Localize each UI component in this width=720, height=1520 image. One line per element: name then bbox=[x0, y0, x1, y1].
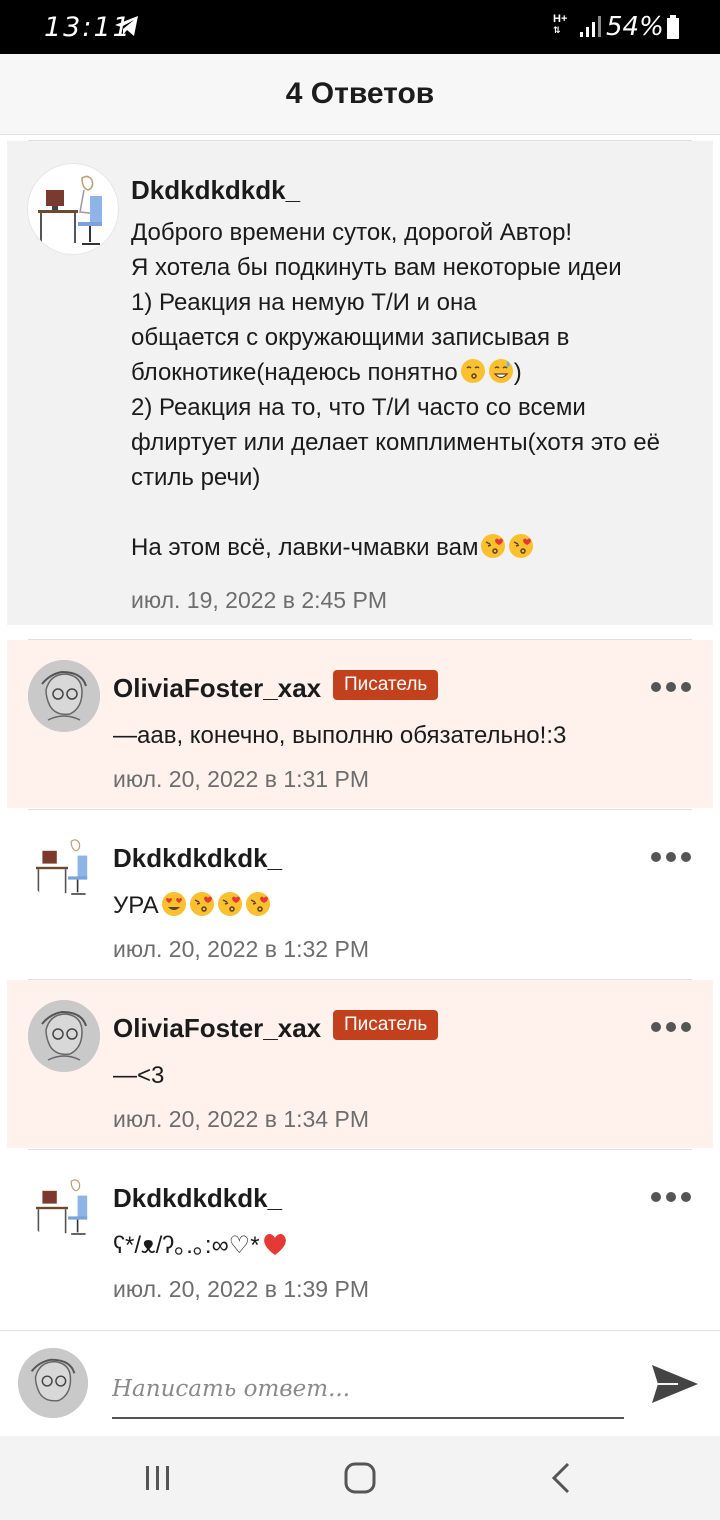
home-icon[interactable] bbox=[340, 1458, 380, 1498]
kiss-heart-icon bbox=[217, 892, 242, 916]
more-icon[interactable] bbox=[651, 846, 691, 866]
send-icon[interactable] bbox=[648, 1357, 702, 1411]
reply-date: июл. 20, 2022 в 1:32 PM bbox=[113, 936, 369, 962]
parent-comment: Dkdkdkdkdk_ Доброго времени суток, дорог… bbox=[7, 141, 713, 625]
signal-icon bbox=[580, 16, 601, 37]
avatar[interactable] bbox=[28, 830, 100, 902]
page-title: 4 Ответов bbox=[285, 77, 435, 110]
reply-username[interactable]: OliviaFoster_xax bbox=[113, 673, 321, 704]
reply-date: июл. 20, 2022 в 1:39 PM bbox=[113, 1276, 369, 1302]
reply-text: УРА bbox=[113, 888, 271, 923]
current-user-avatar bbox=[18, 1348, 88, 1418]
replies-header: 4 Ответов bbox=[0, 54, 720, 135]
grinning-sweat-icon bbox=[488, 359, 513, 383]
recent-apps-icon[interactable] bbox=[138, 1458, 178, 1498]
reply-text: ʕ*/ᴥ/ʔ｡.｡:∞♡* bbox=[113, 1228, 288, 1263]
reply-item: OliviaFoster_xax Писатель —аав, конечно,… bbox=[7, 640, 713, 808]
avatar-sketch-icon bbox=[28, 660, 100, 732]
reply-item: Dkdkdkdkdk_ УРА июл. 20, 2022 в 1:32 PM bbox=[7, 810, 713, 978]
kiss-heart-icon bbox=[481, 534, 506, 558]
kiss-heart-icon bbox=[509, 534, 534, 558]
avatar[interactable] bbox=[27, 163, 119, 255]
back-icon[interactable] bbox=[542, 1458, 582, 1498]
avatar-sketch-icon bbox=[28, 1000, 100, 1072]
comment-text: Доброго времени суток, дорогой Автор! Я … bbox=[131, 219, 660, 561]
system-nav-bar bbox=[0, 1436, 720, 1520]
reply-item: OliviaFoster_xax Писатель —<3 июл. 20, 2… bbox=[7, 980, 713, 1148]
reply-composer bbox=[0, 1330, 720, 1437]
avatar-drawing-icon bbox=[36, 1179, 88, 1235]
reply-text: —аав, конечно, выполню обязательно!:3 bbox=[113, 722, 567, 749]
avatar[interactable] bbox=[28, 660, 100, 732]
avatar-drawing-icon bbox=[36, 839, 88, 895]
comment-date: июл. 19, 2022 в 2:45 PM bbox=[131, 587, 387, 613]
comments-list[interactable]: Dkdkdkdkdk_ Доброго времени суток, дорог… bbox=[0, 135, 720, 1330]
reply-username[interactable]: Dkdkdkdkdk_ bbox=[113, 1183, 282, 1214]
avatar-drawing-icon bbox=[38, 175, 102, 245]
avatar-sketch-icon bbox=[18, 1348, 88, 1418]
reply-item: Dkdkdkdkdk_ ʕ*/ᴥ/ʔ｡.｡:∞♡* июл. 20, 2022 … bbox=[7, 1150, 713, 1318]
red-heart-icon bbox=[263, 1234, 286, 1255]
writer-badge: Писатель bbox=[333, 670, 439, 700]
reply-date: июл. 20, 2022 в 1:31 PM bbox=[113, 766, 369, 792]
battery-percent: 54% bbox=[606, 12, 664, 42]
comment-username[interactable]: Dkdkdkdkdk_ bbox=[131, 175, 300, 206]
avatar[interactable] bbox=[28, 1000, 100, 1072]
reply-username[interactable]: OliviaFoster_xax bbox=[113, 1013, 321, 1044]
heart-eyes-icon bbox=[161, 892, 186, 916]
more-icon[interactable] bbox=[651, 676, 691, 696]
network-type: H+ ⇅ bbox=[553, 13, 568, 36]
avatar[interactable] bbox=[28, 1170, 100, 1242]
reply-text: —<3 bbox=[113, 1062, 165, 1089]
kissing-face-icon bbox=[460, 359, 485, 383]
reply-date: июл. 20, 2022 в 1:34 PM bbox=[113, 1106, 369, 1132]
more-icon[interactable] bbox=[651, 1016, 691, 1036]
telegram-icon bbox=[115, 16, 138, 36]
status-bar: 13:11 H+ ⇅ 54% bbox=[0, 0, 720, 54]
reply-username[interactable]: Dkdkdkdkdk_ bbox=[113, 843, 282, 874]
kiss-heart-icon bbox=[245, 892, 270, 916]
reply-input[interactable] bbox=[112, 1361, 624, 1419]
battery-icon bbox=[667, 15, 679, 39]
more-icon[interactable] bbox=[651, 1186, 691, 1206]
writer-badge: Писатель bbox=[333, 1010, 439, 1040]
kiss-heart-icon bbox=[189, 892, 214, 916]
